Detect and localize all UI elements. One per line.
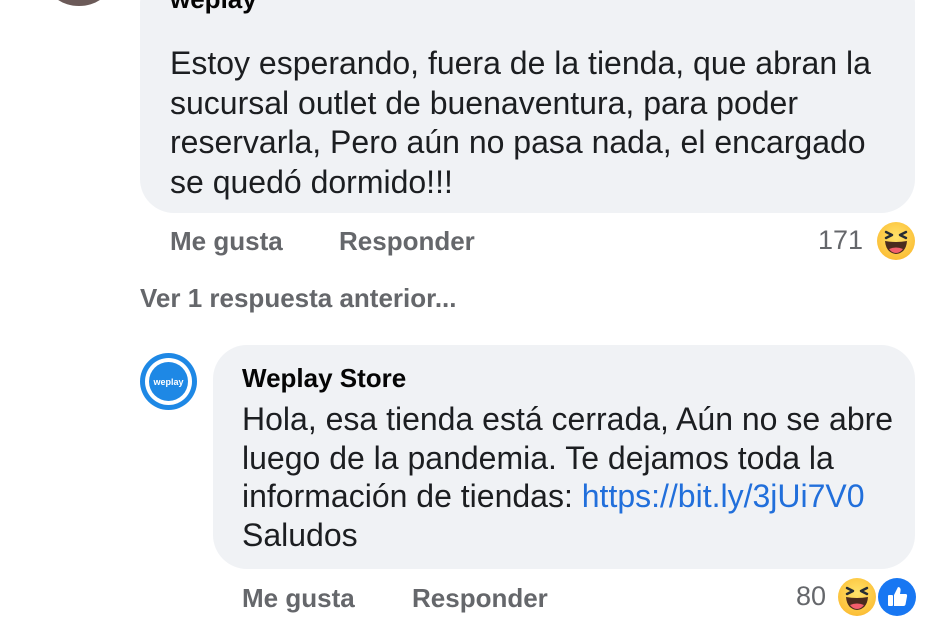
comment-reaction-count[interactable]: 171 — [818, 225, 863, 256]
reply-bubble: Weplay Store Hola, esa tienda está cerra… — [213, 345, 915, 569]
reply-reaction-count[interactable]: 80 — [796, 581, 826, 612]
reply-author-name[interactable]: Weplay Store — [242, 363, 406, 394]
reply-reply-button[interactable]: Responder — [412, 583, 548, 614]
comment-reply-button[interactable]: Responder — [339, 226, 475, 257]
haha-icon[interactable] — [838, 578, 876, 616]
avatar-ring: weplay — [145, 358, 192, 405]
comment-like-button[interactable]: Me gusta — [170, 226, 283, 257]
haha-icon[interactable] — [877, 222, 915, 260]
weplay-logo: weplay — [149, 362, 188, 401]
comment-author-name[interactable]: weplay — [170, 0, 257, 15]
weplay-store-avatar[interactable]: weplay — [140, 353, 197, 410]
view-previous-replies-link[interactable]: Ver 1 respuesta anterior... — [140, 283, 457, 314]
comment-text: Estoy esperando, fuera de la tienda, que… — [170, 45, 871, 200]
reply-text-closing: Saludos — [242, 516, 358, 553]
commenter-avatar[interactable] — [48, 0, 110, 6]
like-icon[interactable] — [878, 578, 916, 616]
comment-bubble: weplay Estoy esperando, fuera de la tien… — [140, 0, 915, 213]
reply-like-button[interactable]: Me gusta — [242, 583, 355, 614]
reply-link[interactable]: https://bit.ly/3jUi7V0 — [582, 478, 865, 514]
reply-text: Hola, esa tienda está cerrada, Aún no se… — [242, 400, 902, 554]
